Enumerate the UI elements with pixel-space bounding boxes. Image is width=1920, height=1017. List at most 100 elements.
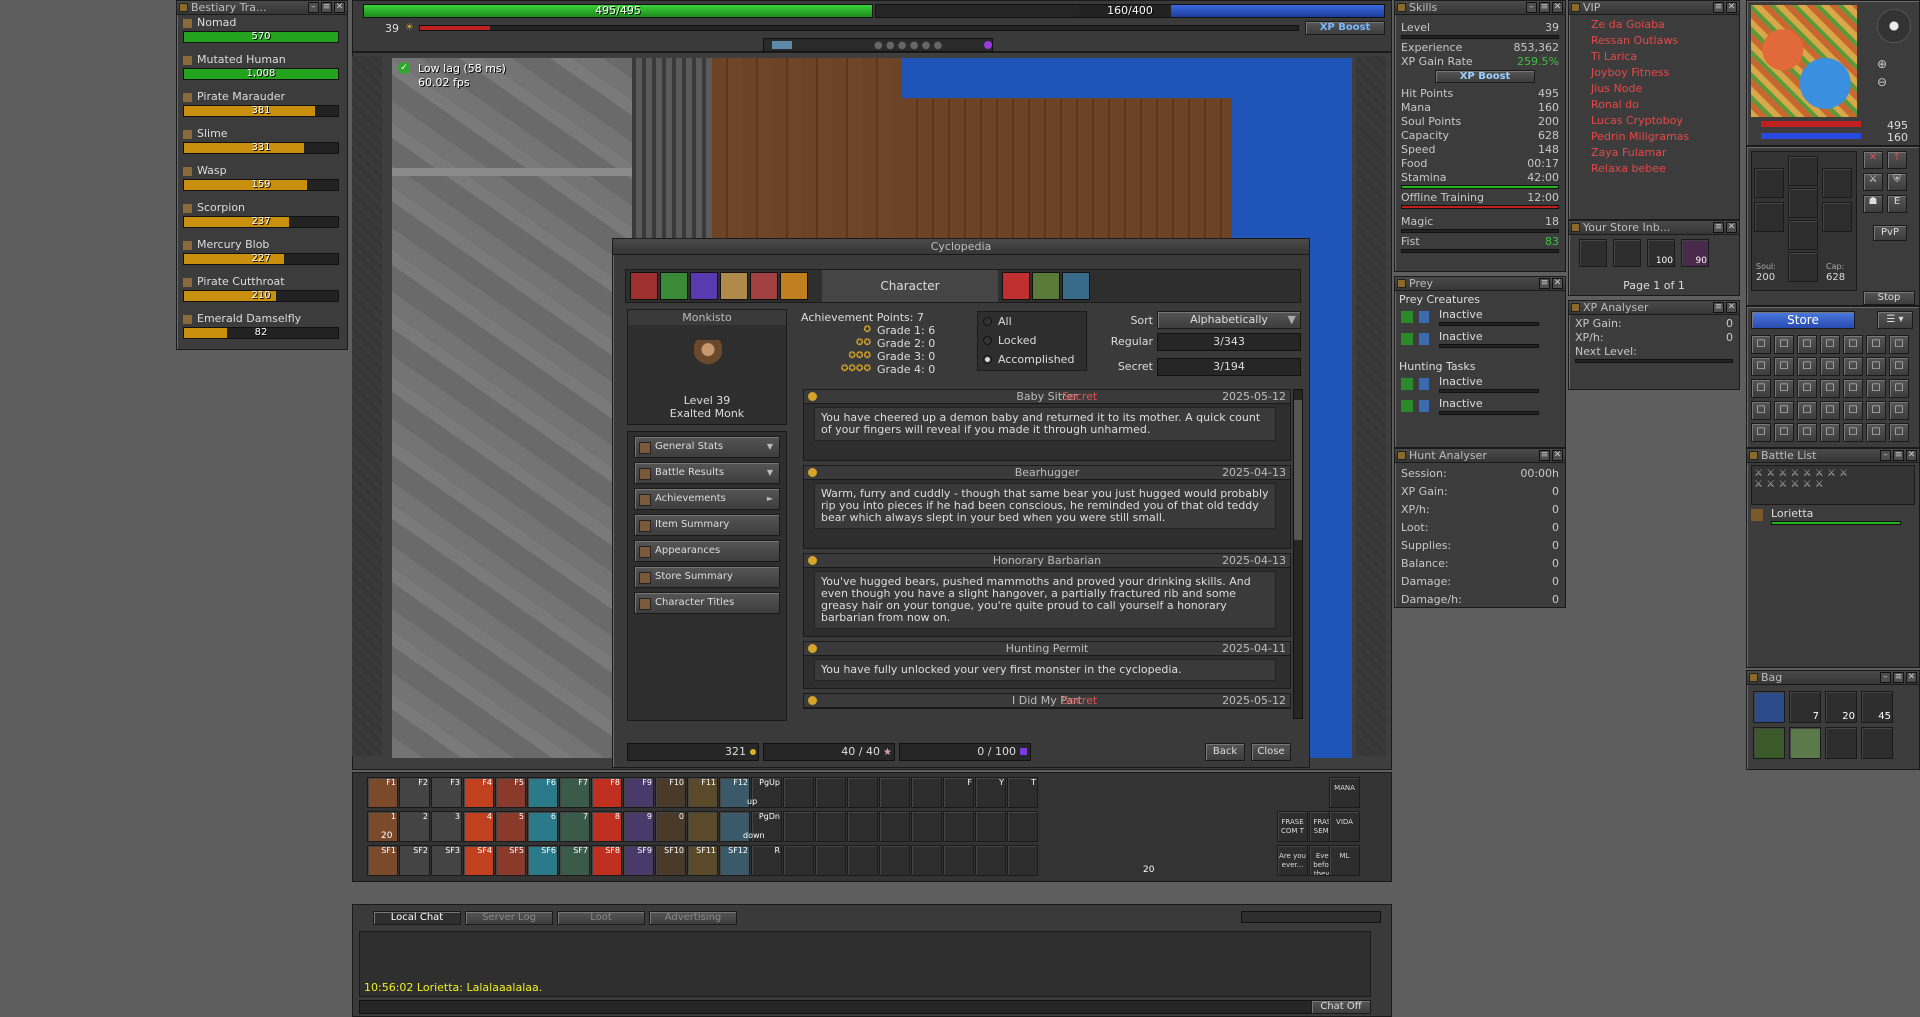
close-icon[interactable]: ✕	[1552, 278, 1563, 289]
hotkey-slot[interactable]: SF2	[399, 845, 430, 876]
tab-character[interactable]: Character	[822, 270, 998, 302]
hotkey-slot[interactable]: F2	[399, 777, 430, 808]
cyclopedia-tab-icon[interactable]	[1032, 272, 1060, 300]
hotkey-slot[interactable]: F9	[623, 777, 654, 808]
chase-mode-icon[interactable]: ↑	[1887, 151, 1907, 169]
store-button[interactable]: Store	[1751, 311, 1855, 329]
prey-slot[interactable]: Inactive	[1399, 308, 1561, 330]
quick-action-icon[interactable]: ☐	[1797, 423, 1817, 442]
filter-radio[interactable]: All	[978, 312, 1086, 331]
hotkey-slot[interactable]	[847, 845, 878, 876]
quick-action-icon[interactable]: ☐	[1774, 401, 1794, 420]
quick-action-icon[interactable]: ☐	[1866, 401, 1886, 420]
inbox-slot[interactable]	[1613, 239, 1641, 267]
hotkey-slot[interactable]	[815, 845, 846, 876]
inbox-slot-potion[interactable]: 100	[1647, 239, 1675, 267]
store-inbox-title-bar[interactable]: Your Store Inb... ≡ ✕	[1569, 221, 1739, 235]
cyclopedia-tab-icon[interactable]	[660, 272, 688, 300]
vip-entry[interactable]: Pedrin Miligramas	[1591, 129, 1739, 145]
vip-entry[interactable]: Ti Larica	[1591, 49, 1739, 65]
prey-slot[interactable]: Inactive	[1399, 375, 1561, 397]
close-icon[interactable]: ✕	[1552, 450, 1563, 461]
quick-action-icon[interactable]: ☐	[1889, 423, 1909, 442]
prey-title-bar[interactable]: Prey ≡ ✕	[1395, 277, 1565, 291]
hotkey-slot[interactable]	[975, 811, 1006, 842]
menu-icon[interactable]: ☰ ▾	[1877, 311, 1913, 329]
hunt-analyser-title-bar[interactable]: Hunt Analyser ≡ ✕	[1395, 449, 1565, 463]
options-button[interactable]: ≡	[1713, 302, 1724, 313]
quick-action-icon[interactable]: ☐	[1820, 335, 1840, 354]
armor-slot[interactable]	[1788, 188, 1818, 218]
back-button[interactable]: Back	[1205, 743, 1245, 761]
hotkey-slot[interactable]: F1	[367, 777, 398, 808]
hotkey-slot[interactable]: SF6	[527, 845, 558, 876]
vip-entry[interactable]: Zaya Fulamar	[1591, 145, 1739, 161]
xp-boost-skill-button[interactable]: XP Boost	[1435, 70, 1535, 83]
quick-action-icon[interactable]: ☐	[1751, 357, 1771, 376]
hotkey-slot[interactable]: SF7	[559, 845, 590, 876]
hotkey-slot[interactable]: F10	[655, 777, 686, 808]
hotkey-slot[interactable]	[911, 777, 942, 808]
bestiary-entry[interactable]: Nomad 570	[181, 15, 343, 52]
cyclopedia-tab-icon[interactable]	[690, 272, 718, 300]
quick-action-icon[interactable]: ☐	[1843, 379, 1863, 398]
close-icon[interactable]: ✕	[1726, 2, 1737, 13]
quick-action-icon[interactable]: ☐	[1843, 335, 1863, 354]
hotkey-slot[interactable]: F6	[527, 777, 558, 808]
close-icon[interactable]: ✕	[1726, 222, 1737, 233]
achievement-card[interactable]: Hunting Permit 2025-04-11 You have fully u…	[803, 641, 1291, 689]
minimize-button[interactable]: –	[1526, 2, 1537, 13]
helmet-slot[interactable]	[1788, 156, 1818, 186]
vip-entry[interactable]: Ze da Goiaba	[1591, 17, 1739, 33]
bestiary-tracker-title-bar[interactable]: Bestiary Tra... – ≡ ✕	[177, 1, 347, 15]
chat-tab[interactable]: Server Log	[465, 911, 553, 925]
quick-action-icon[interactable]: ☐	[1751, 379, 1771, 398]
hotkey-slot[interactable]	[1007, 845, 1038, 876]
hotkey-slot[interactable]: T	[1007, 777, 1038, 808]
hotkey-slot[interactable]	[847, 777, 878, 808]
legs-slot[interactable]	[1788, 220, 1818, 250]
achievement-scrollbar[interactable]	[1293, 389, 1303, 719]
quick-action-icon[interactable]: ☐	[1843, 423, 1863, 442]
vip-entry[interactable]: Lucas Cryptoboy	[1591, 113, 1739, 129]
sort-dropdown[interactable]: Alphabetically ▼	[1157, 311, 1301, 329]
prey-slot[interactable]: Inactive	[1399, 397, 1561, 419]
quick-action-icon[interactable]: ☐	[1889, 379, 1909, 398]
quick-action-icon[interactable]: ☐	[1797, 401, 1817, 420]
bestiary-entry[interactable]: Emerald Damselfly 82	[181, 311, 343, 348]
hotkey-slot[interactable]: 7	[559, 811, 590, 842]
hotkey-slot[interactable]	[815, 777, 846, 808]
hotkey-slot[interactable]: 9	[623, 811, 654, 842]
quick-action-icon[interactable]: ☐	[1889, 357, 1909, 376]
close-icon[interactable]: ✕	[1552, 2, 1563, 13]
options-button[interactable]: ≡	[1713, 2, 1724, 13]
hotkey-slot[interactable]	[975, 845, 1006, 876]
hotkey-slot[interactable]: 2	[399, 811, 430, 842]
minimap[interactable]	[1751, 5, 1857, 117]
cyclopedia-tab-icon[interactable]	[630, 272, 658, 300]
cyclopedia-tab-icon[interactable]	[780, 272, 808, 300]
vip-entry[interactable]: Jius Node	[1591, 81, 1739, 97]
minimize-button[interactable]: –	[1880, 672, 1891, 683]
quick-action-icon[interactable]: ☐	[1843, 401, 1863, 420]
close-icon[interactable]: ✕	[334, 2, 345, 13]
options-button[interactable]: ≡	[1893, 450, 1904, 461]
hotkey-slot[interactable]: F8	[591, 777, 622, 808]
hotkey-slot[interactable]: SF8	[591, 845, 622, 876]
quick-action-icon[interactable]: ☐	[1866, 335, 1886, 354]
achievement-list[interactable]: Baby Sitter Secret 2025-05-12 You have chee…	[803, 389, 1291, 719]
chat-tab[interactable]: Advertising	[649, 911, 737, 925]
amulet-slot[interactable]	[1754, 168, 1784, 198]
menu-item[interactable]: Character Titles	[634, 592, 780, 614]
bag-slot-backpack[interactable]	[1753, 691, 1785, 723]
hotkey-slot[interactable]: F7	[559, 777, 590, 808]
hotkey-slot[interactable]	[911, 845, 942, 876]
expert-mode-icon[interactable]: E	[1887, 195, 1907, 213]
boots-slot[interactable]	[1788, 252, 1818, 282]
bag-slot-item[interactable]: 7	[1789, 691, 1821, 723]
xp-analyser-title-bar[interactable]: XP Analyser ≡ ✕	[1569, 301, 1739, 315]
bag-slot-item[interactable]: 20	[1825, 691, 1857, 723]
hotkey-slot[interactable]: 8	[591, 811, 622, 842]
hotkey-slot[interactable]	[943, 845, 974, 876]
hotkey-text-slot[interactable]: Are you ever...	[1277, 845, 1308, 876]
